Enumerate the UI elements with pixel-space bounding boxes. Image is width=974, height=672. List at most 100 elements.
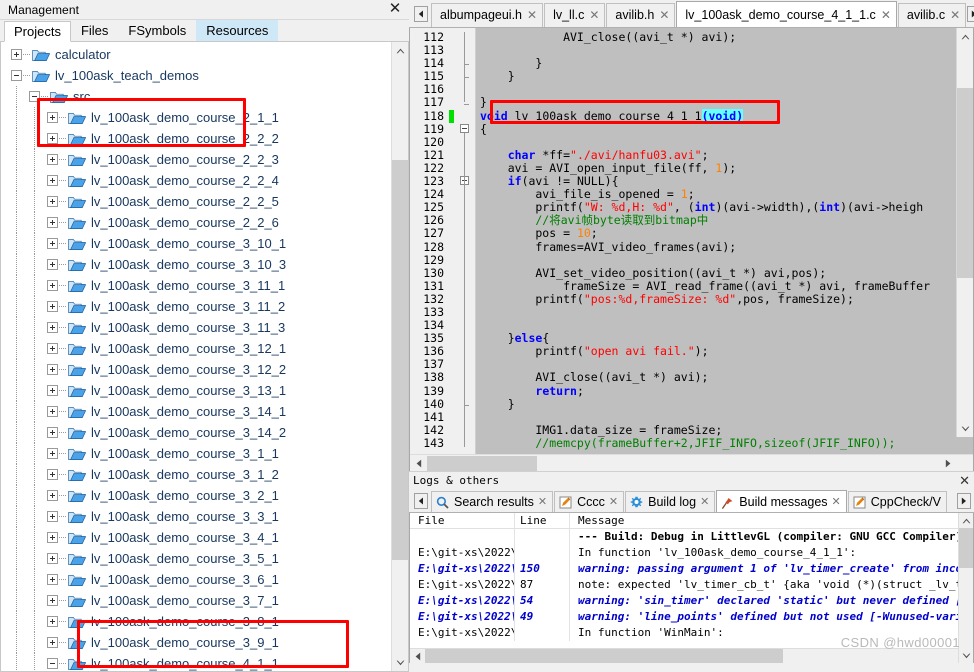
tree-folder-item[interactable]: lv_100ask_demo_course_3_3_1 — [1, 506, 391, 527]
tree-folder-item[interactable]: lv_100ask_demo_course_3_5_1 — [1, 548, 391, 569]
editor-tab-close-icon[interactable]: ✕ — [589, 4, 599, 27]
logs-tab-close-icon[interactable]: ✕ — [700, 492, 709, 512]
tree-folder-item[interactable]: lv_100ask_demo_course_3_2_1 — [1, 485, 391, 506]
expand-icon[interactable] — [47, 280, 58, 291]
code-line[interactable] — [476, 319, 973, 332]
tree-folder-item[interactable]: lv_100ask_demo_course_2_2_5 — [1, 191, 391, 212]
code-line[interactable]: void lv_100ask_demo_course_4_1_1(void) — [476, 108, 973, 123]
expand-icon[interactable] — [47, 301, 58, 312]
code-line[interactable] — [476, 306, 973, 319]
tab-fsymbols[interactable]: FSymbols — [118, 20, 197, 41]
tree-folder-item[interactable]: lv_100ask_demo_course_2_2_3 — [1, 149, 391, 170]
expand-icon[interactable] — [47, 616, 58, 627]
tree-folder-item[interactable]: lv_100ask_demo_course_3_11_2 — [1, 296, 391, 317]
expand-icon[interactable] — [47, 469, 58, 480]
expand-icon[interactable] — [47, 175, 58, 186]
editor-tab[interactable]: albumpageui.h ✕ — [431, 3, 544, 27]
editor-scroll-left-icon[interactable] — [410, 455, 427, 472]
tree-folder-item[interactable]: src — [1, 86, 391, 107]
tree-folder-item[interactable]: lv_100ask_demo_course_3_13_1 — [1, 380, 391, 401]
tree-folder-item[interactable]: lv_100ask_demo_course_3_7_1 — [1, 590, 391, 611]
logs-tab-close-icon[interactable]: ✕ — [832, 491, 841, 513]
logs-vscroll-thumb[interactable] — [959, 528, 973, 568]
logs-scroll-up-icon[interactable] — [959, 513, 973, 528]
expand-icon[interactable] — [47, 427, 58, 438]
code-line[interactable]: printf("open avi fail."); — [476, 345, 973, 358]
table-row[interactable]: --- Build: Debug in LittlevGL (compiler:… — [410, 529, 973, 545]
scroll-up-icon[interactable] — [392, 42, 408, 59]
fold-collapse-icon[interactable] — [460, 123, 469, 133]
editor-vertical-scrollbar[interactable] — [956, 28, 973, 437]
tree-folder-item[interactable]: lv_100ask_teach_demos — [1, 65, 391, 86]
code-line[interactable]: frames=AVI_video_frames(avi); — [476, 240, 973, 254]
table-row[interactable]: E:\git-xs\2022\l... In function 'lv_100as… — [410, 545, 973, 561]
tree-folder-item[interactable]: lv_100ask_demo_course_2_1_1 — [1, 107, 391, 128]
code-line[interactable]: { — [476, 122, 973, 136]
editor-scroll-right-icon[interactable] — [939, 455, 956, 472]
tree-scroll-thumb[interactable] — [392, 160, 408, 560]
code-folding-gutter[interactable] — [456, 28, 476, 454]
tree-vertical-scrollbar[interactable] — [391, 42, 408, 671]
tree-folder-item[interactable]: lv_100ask_demo_course_3_14_2 — [1, 422, 391, 443]
logs-vertical-scrollbar[interactable] — [958, 513, 973, 663]
tab-scroll-right-icon[interactable] — [967, 6, 974, 22]
table-row[interactable]: E:\git-xs\2022\l...49 warning: 'line_poin… — [410, 609, 973, 625]
expand-icon[interactable] — [47, 259, 58, 270]
scroll-down-icon[interactable] — [392, 654, 408, 671]
tree-folder-item[interactable]: lv_100ask_demo_course_2_2_4 — [1, 170, 391, 191]
tree-folder-item[interactable]: lv_100ask_demo_course_3_10_3 — [1, 254, 391, 275]
editor-tab-close-icon[interactable]: ✕ — [881, 2, 891, 28]
tab-projects[interactable]: Projects — [4, 21, 71, 42]
tree-folder-item[interactable]: lv_100ask_demo_course_3_1_1 — [1, 443, 391, 464]
editor-tab[interactable]: lv_100ask_demo_course_4_1_1.c ✕ — [676, 1, 897, 28]
expand-icon[interactable] — [11, 49, 22, 60]
expand-icon[interactable] — [47, 490, 58, 501]
logs-hscroll-thumb[interactable] — [425, 649, 783, 663]
expand-icon[interactable] — [47, 574, 58, 585]
expand-icon[interactable] — [47, 196, 58, 207]
logs-scroll-down-icon[interactable] — [959, 648, 973, 663]
tab-files[interactable]: Files — [70, 20, 119, 41]
logs-tab[interactable]: Build messages ✕ — [716, 490, 847, 513]
tree-folder-item[interactable]: lv_100ask_demo_course_3_10_1 — [1, 233, 391, 254]
expand-icon[interactable] — [47, 406, 58, 417]
expand-icon[interactable] — [47, 448, 58, 459]
build-messages-rows[interactable]: File Line Message --- Build: Debug in Littl… — [410, 513, 973, 648]
code-line[interactable]: AVI_close((avi_t *) avi); — [476, 30, 973, 44]
editor-tab[interactable]: lv_ll.c ✕ — [544, 3, 606, 27]
expand-icon[interactable] — [47, 343, 58, 354]
expand-icon[interactable] — [47, 322, 58, 333]
logs-close-icon[interactable]: ✕ — [959, 473, 970, 489]
expand-icon[interactable] — [47, 217, 58, 228]
editor-horizontal-scrollbar[interactable] — [410, 454, 973, 471]
expand-icon[interactable] — [47, 238, 58, 249]
editor-tab[interactable]: avilib.c ✕ — [897, 3, 967, 27]
tree-folder-item[interactable]: lv_100ask_demo_course_4_1_1 — [1, 653, 391, 671]
logs-tab-close-icon[interactable]: ✕ — [609, 492, 618, 512]
column-header[interactable]: Line — [515, 513, 570, 528]
tab-scroll-left-icon[interactable] — [414, 6, 428, 22]
logs-scroll-left-icon[interactable] — [410, 649, 425, 664]
expand-icon[interactable] — [47, 364, 58, 375]
table-row[interactable]: E:\git-xs\2022\l...150 warning: passing a… — [410, 561, 973, 577]
column-header[interactable]: Message — [570, 513, 973, 528]
expand-icon[interactable] — [47, 511, 58, 522]
code-line[interactable]: } — [476, 70, 973, 83]
table-row[interactable]: E:\git-xs\2022\l... In function 'WinMain'… — [410, 625, 973, 641]
editor-tab[interactable]: avilib.h ✕ — [606, 3, 676, 27]
code-line[interactable] — [476, 83, 973, 96]
project-tree[interactable]: calculator lv_100ask_teach_demos src lv_100… — [1, 42, 391, 671]
editor-scroll-down-icon[interactable] — [957, 420, 973, 437]
expand-icon[interactable] — [47, 553, 58, 564]
logs-tab[interactable]: CppCheck/V — [847, 491, 947, 512]
code-line[interactable] — [476, 44, 973, 57]
table-row[interactable]: E:\git-xs\2022\l...87 note: expected 'lv_… — [410, 577, 973, 593]
code-line[interactable]: return; — [476, 384, 973, 398]
tree-folder-item[interactable]: lv_100ask_demo_course_3_4_1 — [1, 527, 391, 548]
tree-folder-item[interactable]: lv_100ask_demo_course_3_8_1 — [1, 611, 391, 632]
expand-icon[interactable] — [47, 595, 58, 606]
logs-horizontal-scrollbar[interactable] — [410, 648, 973, 663]
tree-folder-item[interactable]: lv_100ask_demo_course_3_1_2 — [1, 464, 391, 485]
editor-tab-close-icon[interactable]: ✕ — [950, 4, 960, 27]
editor-hscroll-thumb[interactable] — [427, 456, 537, 471]
